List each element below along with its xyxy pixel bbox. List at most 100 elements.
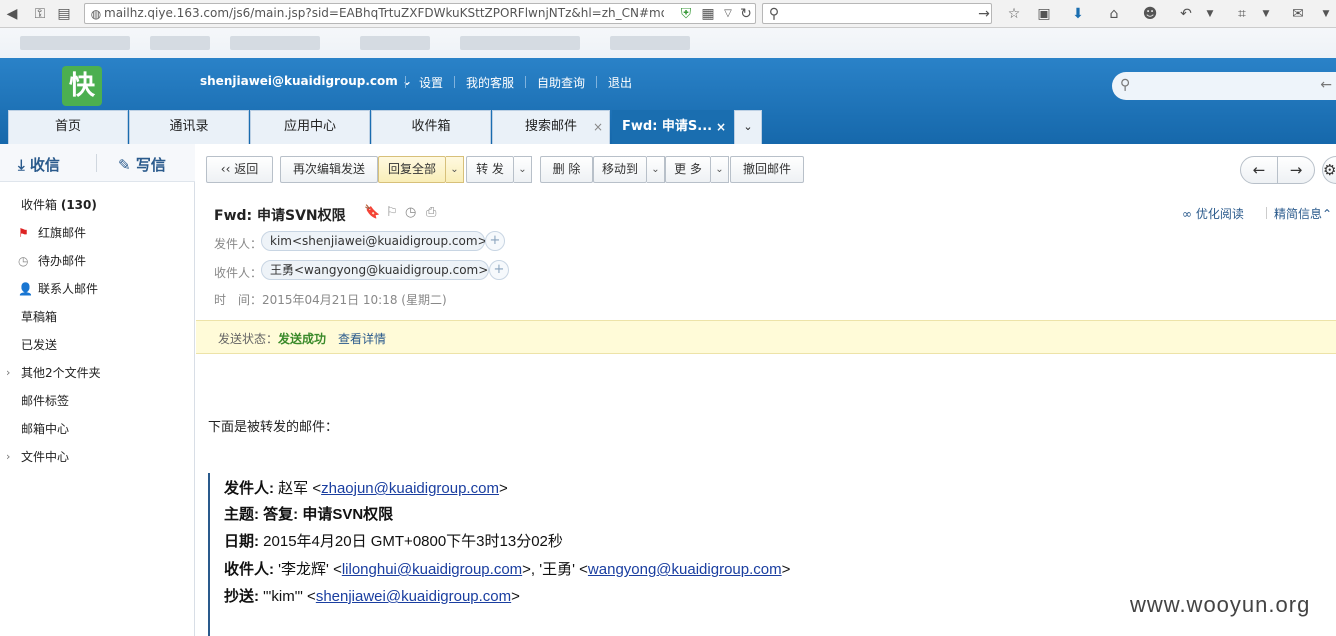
reply-all-button[interactable]: 回复全部 bbox=[378, 156, 446, 183]
bookmark-icon[interactable]: 🔖 bbox=[364, 205, 380, 220]
sidebar-item-tags[interactable]: 邮件标签 bbox=[0, 387, 195, 415]
prev-mail-button[interactable]: ← bbox=[1240, 156, 1278, 184]
search-icon: ⚲ bbox=[768, 6, 780, 22]
support-link[interactable]: 我的客服 bbox=[466, 74, 514, 91]
folder-label: 待办邮件 bbox=[38, 254, 87, 268]
back-button[interactable]: ‹‹ 返回 bbox=[206, 156, 273, 183]
home-icon[interactable]: ⌂ bbox=[1104, 4, 1124, 24]
more-menu-button[interactable]: ⌄ bbox=[711, 156, 729, 183]
folder-label: 草稿箱 bbox=[21, 310, 58, 324]
tab-contacts[interactable]: 通讯录 bbox=[129, 110, 249, 144]
mail-search-input[interactable]: ⚲ ← bbox=[1112, 72, 1336, 100]
settings-button[interactable]: ⚙ bbox=[1322, 156, 1336, 184]
blurred-bookmark bbox=[230, 36, 320, 50]
add-contact-button[interactable]: + bbox=[489, 260, 509, 280]
move-menu-button[interactable]: ⌄ bbox=[647, 156, 665, 183]
email-link[interactable]: zhaojun@kuaidigroup.com bbox=[321, 480, 499, 497]
settings-link[interactable]: 设置 bbox=[419, 74, 443, 91]
delete-button[interactable]: 删 除 bbox=[540, 156, 593, 183]
forward-menu-button[interactable]: ⌄ bbox=[514, 156, 532, 183]
write-button[interactable]: ✎ 写信 bbox=[118, 154, 166, 175]
reload-icon[interactable]: ↻ bbox=[736, 4, 756, 24]
sidebar-item-contacts-mail[interactable]: 👤 联系人邮件 bbox=[0, 275, 195, 303]
flag-icon[interactable]: ⚐ bbox=[386, 205, 398, 220]
close-icon[interactable]: × bbox=[716, 111, 726, 143]
sidebar-item-drafts[interactable]: 草稿箱 bbox=[0, 303, 195, 331]
undo-menu-icon[interactable]: ▼ bbox=[1200, 4, 1220, 24]
email-link[interactable]: shenjiawei@kuaidigroup.com bbox=[316, 588, 511, 605]
folder-label: 红旗邮件 bbox=[38, 226, 87, 240]
reply-all-menu-button[interactable]: ⌄ bbox=[446, 156, 464, 183]
qr-icon[interactable]: ▦ bbox=[698, 4, 718, 24]
brief-label: 精简信息 bbox=[1274, 207, 1323, 221]
chat-icon[interactable]: ☻ bbox=[1140, 4, 1160, 24]
sidebar-item-mailbox-center[interactable]: 邮箱中心 bbox=[0, 415, 195, 443]
browser-search-input[interactable] bbox=[762, 3, 992, 24]
gear-icon: ⚙ bbox=[1323, 161, 1336, 179]
print-icon[interactable]: ⎙ bbox=[426, 205, 436, 220]
undo-icon[interactable]: ↶ bbox=[1176, 4, 1196, 24]
write-label: 写信 bbox=[135, 156, 166, 174]
add-contact-button[interactable]: + bbox=[485, 231, 505, 251]
divider bbox=[1266, 207, 1267, 219]
sidebar-item-inbox[interactable]: 收件箱 (130) bbox=[0, 191, 195, 219]
clipboard-icon[interactable]: ▣ bbox=[1034, 4, 1054, 24]
sidebar-item-flagged[interactable]: ⚑ 红旗邮件 bbox=[0, 219, 195, 247]
forward-button[interactable]: 转 发 bbox=[466, 156, 514, 183]
sidebar-item-todo[interactable]: ◷ 待办邮件 bbox=[0, 247, 195, 275]
tab-app-center[interactable]: 应用中心 bbox=[250, 110, 370, 144]
receive-button[interactable]: ⤓ 收信 bbox=[18, 154, 60, 175]
clock-icon[interactable]: ◷ bbox=[405, 205, 416, 220]
more-button[interactable]: 更 多 bbox=[665, 156, 711, 183]
tab-home[interactable]: 首页 bbox=[8, 110, 128, 144]
reply-all-label: 回复全部 bbox=[387, 162, 436, 176]
download-icon[interactable]: ⬇ bbox=[1068, 4, 1088, 24]
arrow-left-icon: ← bbox=[1252, 161, 1266, 179]
from-label: 发件人： bbox=[214, 237, 263, 251]
crop-menu-icon[interactable]: ▼ bbox=[1256, 4, 1276, 24]
comment-icon[interactable]: ✉ bbox=[1288, 4, 1308, 24]
back-label: 返回 bbox=[234, 162, 259, 176]
tab-overflow-button[interactable]: ⌄ bbox=[734, 110, 762, 144]
optimize-reading-link[interactable]: ∞ 优化阅读 bbox=[1182, 205, 1244, 222]
dropdown-icon[interactable]: ▽ bbox=[718, 4, 738, 24]
brief-info-link[interactable]: 精简信息⌃ bbox=[1274, 205, 1332, 222]
url-text: mailhz.qiye.163.com/js6/main.jsp?sid=EAB… bbox=[104, 6, 664, 20]
edit-icon: ✎ bbox=[118, 156, 131, 174]
go-arrow-icon[interactable]: → bbox=[974, 4, 994, 24]
quoted-to-name: '李龙辉' < bbox=[274, 561, 342, 578]
sidebar-item-file-center[interactable]: › 文件中心 bbox=[0, 443, 195, 471]
close-icon[interactable]: × bbox=[593, 111, 603, 143]
tab-label: 应用中心 bbox=[283, 119, 336, 134]
next-mail-button[interactable]: → bbox=[1277, 156, 1315, 184]
sidebar-item-sent[interactable]: 已发送 bbox=[0, 331, 195, 359]
go-arrow-icon[interactable]: ← bbox=[1320, 77, 1332, 93]
reedit-button[interactable]: 再次编辑发送 bbox=[280, 156, 378, 183]
menu-icon[interactable]: ▼ bbox=[1316, 4, 1336, 24]
key-icon: ⚿ bbox=[34, 6, 46, 22]
blurred-bookmark bbox=[360, 36, 430, 50]
quoted-header: 发件人: 赵军 <zhaojun@kuaidigroup.com> 主题: 答复… bbox=[208, 473, 908, 636]
account-menu[interactable]: shenjiawei@kuaidigroup.com ⌄ bbox=[200, 74, 412, 88]
star-icon[interactable]: ☆ bbox=[1004, 4, 1024, 24]
email-link[interactable]: lilonghui@kuaidigroup.com bbox=[342, 561, 522, 578]
back-arrow-icon[interactable]: ◀ bbox=[2, 4, 22, 24]
to-contact[interactable]: 王勇<wangyong@kuaidigroup.com> bbox=[261, 260, 489, 280]
self-query-link[interactable]: 自助查询 bbox=[537, 74, 585, 91]
chevron-down-icon: ⌄ bbox=[743, 120, 753, 133]
tab-search-mail[interactable]: 搜索邮件 × bbox=[492, 110, 610, 144]
tab-fwd-mail[interactable]: Fwd: 申请S... × bbox=[612, 110, 733, 144]
tab-label: 通讯录 bbox=[169, 119, 209, 134]
email-link[interactable]: wangyong@kuaidigroup.com bbox=[588, 561, 782, 578]
tab-inbox[interactable]: 收件箱 bbox=[371, 110, 491, 144]
status-detail-link[interactable]: 查看详情 bbox=[338, 330, 386, 347]
delete-label: 删 除 bbox=[552, 162, 581, 176]
sidebar-item-other-folders[interactable]: › 其他2个文件夹 bbox=[0, 359, 195, 387]
recall-button[interactable]: 撤回邮件 bbox=[730, 156, 804, 183]
move-button[interactable]: 移动到 bbox=[593, 156, 647, 183]
recall-label: 撤回邮件 bbox=[742, 162, 791, 176]
quoted-to-label: 收件人: bbox=[224, 561, 274, 578]
from-contact[interactable]: kim<shenjiawei@kuaidigroup.com> bbox=[261, 231, 488, 251]
crop-icon[interactable]: ⌗ bbox=[1232, 4, 1252, 24]
logout-link[interactable]: 退出 bbox=[608, 74, 632, 91]
